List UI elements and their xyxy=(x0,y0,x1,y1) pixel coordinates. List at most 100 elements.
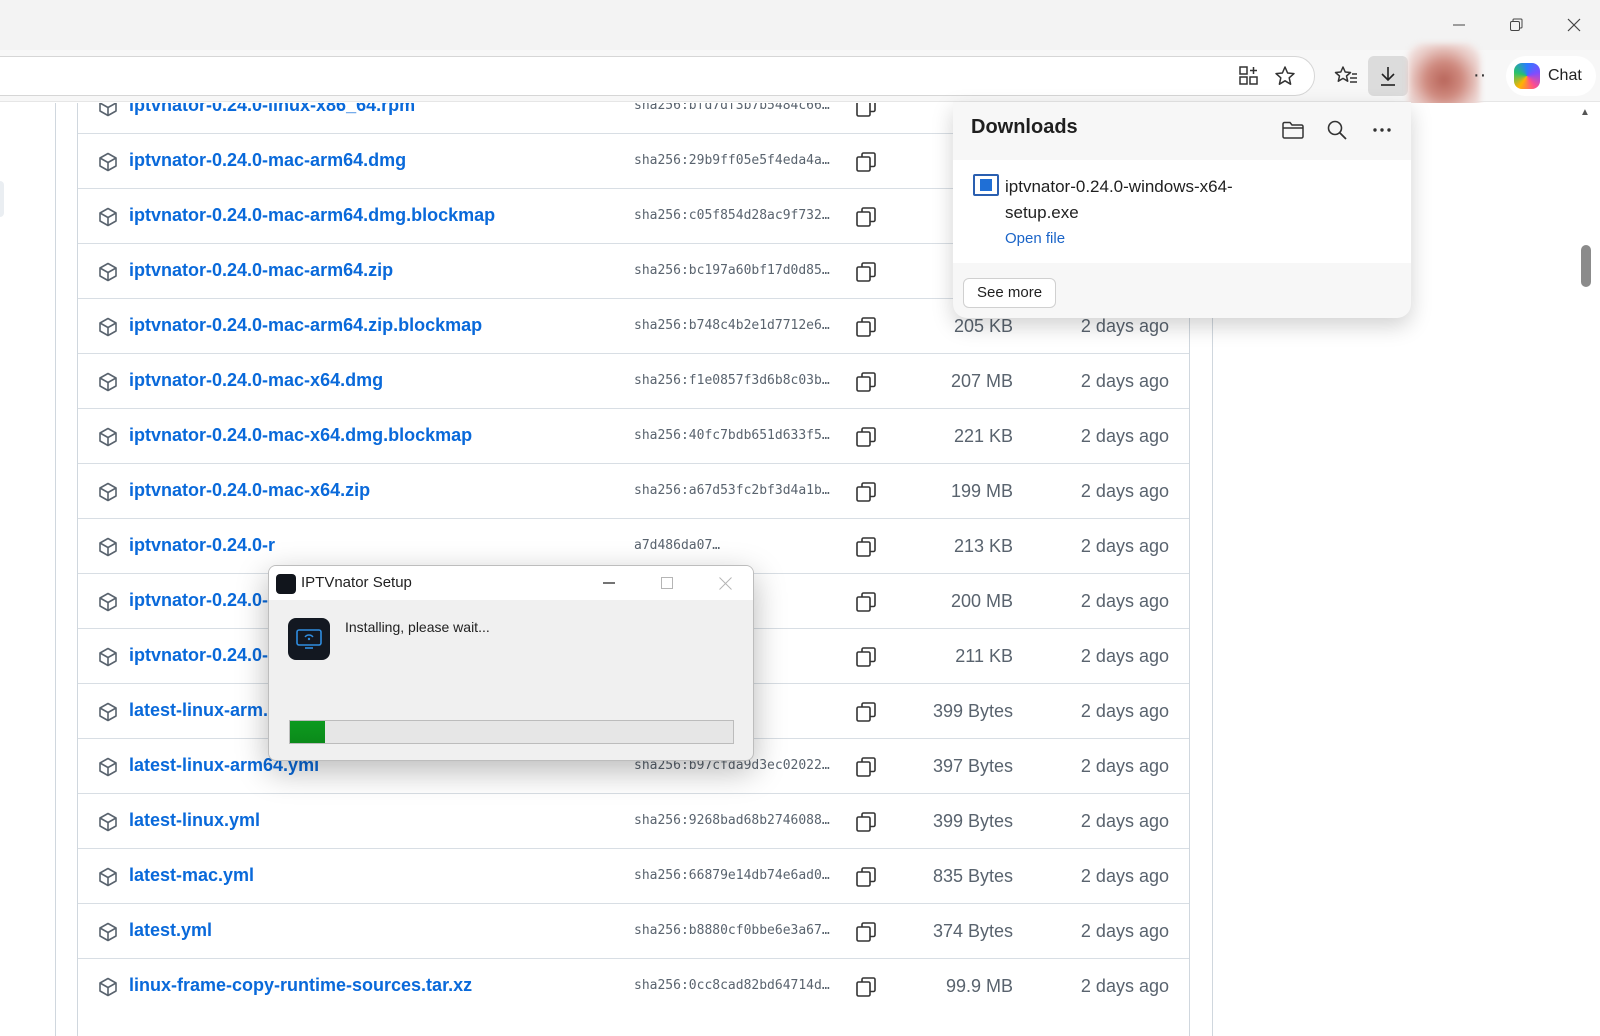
asset-download-link[interactable]: latest-mac.yml xyxy=(129,865,254,886)
scroll-up-arrow[interactable]: ▲ xyxy=(1580,107,1590,118)
asset-date: 2 days ago xyxy=(1080,536,1169,556)
package-icon xyxy=(98,262,118,282)
chat-label: Chat xyxy=(1548,67,1582,84)
asset-download-link[interactable]: latest.yml xyxy=(129,920,212,941)
asset-size: 221 KB xyxy=(953,426,1013,446)
dialog-maximize-button xyxy=(639,566,695,600)
asset-download-link[interactable]: latest-linux-arm.y xyxy=(129,700,278,721)
app-available-button[interactable] xyxy=(1235,62,1263,90)
copy-icon[interactable] xyxy=(854,103,878,119)
copy-icon[interactable] xyxy=(854,150,878,174)
dialog-close-button xyxy=(697,566,753,600)
asset-sha256: sha256:c05f854d28ac9f732… xyxy=(634,208,830,223)
asset-row: latest.yml sha256:b8880cf0bbe6e3a67… 374 B… xyxy=(78,903,1189,959)
open-file-link[interactable]: Open file xyxy=(1005,230,1065,247)
asset-download-link[interactable]: iptvnator-0.24.0-mac-arm64.zip.blockmap xyxy=(129,315,482,336)
package-icon xyxy=(98,592,118,612)
package-icon xyxy=(98,647,118,667)
asset-download-link[interactable]: linux-frame-copy-runtime-sources.tar.xz xyxy=(129,975,472,996)
asset-sha256: sha256:f1e0857f3d6b8c03b… xyxy=(634,373,830,388)
downloads-title: Downloads xyxy=(971,116,1078,138)
dialog-minimize-button[interactable] xyxy=(581,566,637,600)
asset-sha256: sha256:0cc8cad82bd64714d… xyxy=(634,978,830,993)
package-icon xyxy=(98,702,118,722)
copy-icon[interactable] xyxy=(854,535,878,559)
copy-icon[interactable] xyxy=(854,370,878,394)
copy-icon[interactable] xyxy=(854,590,878,614)
asset-size: 374 Bytes xyxy=(932,921,1013,941)
asset-row: iptvnator-0.24.0-mac-x64.zip sha256:a67d5… xyxy=(78,463,1189,519)
asset-size: 199 MB xyxy=(950,481,1013,501)
asset-download-link[interactable]: iptvnator-0.24.0-w xyxy=(129,590,282,611)
asset-download-link[interactable]: iptvnator-0.24.0-mac-x64.dmg xyxy=(129,370,383,391)
side-tab[interactable] xyxy=(0,181,4,217)
package-icon xyxy=(98,317,118,337)
installer-file-icon xyxy=(973,174,999,196)
copy-icon[interactable] xyxy=(854,205,878,229)
asset-download-link[interactable]: iptvnator-0.24.0-mac-arm64.zip xyxy=(129,260,393,281)
copy-icon[interactable] xyxy=(854,480,878,504)
asset-date: 2 days ago xyxy=(1080,481,1169,501)
asset-download-link[interactable]: iptvnator-0.24.0-mac-arm64.dmg.blockmap xyxy=(129,205,495,226)
asset-download-link[interactable]: iptvnator-0.24.0-linux-x86_64.rpm xyxy=(129,103,415,116)
downloads-button[interactable] xyxy=(1368,56,1408,96)
package-icon xyxy=(98,537,118,557)
downloads-more-button[interactable] xyxy=(1368,116,1396,144)
copy-icon[interactable] xyxy=(854,865,878,889)
close-icon xyxy=(718,576,732,590)
copy-icon[interactable] xyxy=(854,315,878,339)
asset-download-link[interactable]: iptvnator-0.24.0-mac-x64.zip xyxy=(129,480,370,501)
asset-sha256: sha256:b748c4b2e1d7712e6… xyxy=(634,318,830,333)
iptvnator-logo-icon xyxy=(288,618,330,660)
copy-icon[interactable] xyxy=(854,755,878,779)
asset-date: 2 days ago xyxy=(1080,976,1169,996)
star-icon xyxy=(1275,66,1295,85)
copilot-icon xyxy=(1514,63,1540,89)
address-bar[interactable] xyxy=(0,56,1315,96)
copy-icon[interactable] xyxy=(854,700,878,724)
minimize-window-button[interactable] xyxy=(1441,10,1477,40)
asset-date: 2 days ago xyxy=(1080,701,1169,721)
copy-icon[interactable] xyxy=(854,425,878,449)
asset-date: 2 days ago xyxy=(1080,756,1169,776)
asset-download-link[interactable]: iptvnator-0.24.0-mac-x64.dmg.blockmap xyxy=(129,425,472,446)
copy-icon[interactable] xyxy=(854,975,878,999)
close-window-button[interactable] xyxy=(1556,10,1592,40)
download-filename[interactable]: iptvnator-0.24.0-windows-x64-setup.exe xyxy=(1005,174,1305,226)
scrollbar-thumb[interactable] xyxy=(1581,245,1591,287)
dialog-title: IPTVnator Setup xyxy=(301,574,412,591)
restore-icon xyxy=(1510,18,1523,31)
open-downloads-folder-button[interactable] xyxy=(1279,116,1307,144)
package-icon xyxy=(98,152,118,172)
package-icon xyxy=(98,922,118,942)
asset-download-link[interactable]: latest-linux.yml xyxy=(129,810,260,831)
minimize-icon xyxy=(603,582,615,584)
search-downloads-button[interactable] xyxy=(1323,116,1351,144)
favorites-button[interactable] xyxy=(1332,62,1360,90)
add-favorite-button[interactable] xyxy=(1271,62,1299,90)
more-horizontal-icon xyxy=(1373,128,1391,132)
asset-row: latest-mac.yml sha256:66879e14db74e6ad0… 8… xyxy=(78,848,1189,904)
settings-more-button[interactable]: ·· xyxy=(1473,64,1486,87)
left-divider xyxy=(55,103,56,1036)
asset-date: 2 days ago xyxy=(1080,426,1169,446)
see-more-button[interactable]: See more xyxy=(963,278,1057,308)
copy-icon[interactable] xyxy=(854,810,878,834)
downloads-panel: Downloads iptvnator-0.24.0-windows-x64-s… xyxy=(953,102,1411,318)
asset-row: iptvnator-0.24.0-mac-x64.dmg.blockmap sha… xyxy=(78,408,1189,464)
asset-download-link[interactable]: iptvnator-0.24.0-r xyxy=(129,535,275,556)
asset-date: 2 days ago xyxy=(1080,866,1169,886)
asset-download-link[interactable]: iptvnator-0.24.0-mac-arm64.dmg xyxy=(129,150,406,171)
restore-window-button[interactable] xyxy=(1498,10,1534,40)
copy-icon[interactable] xyxy=(854,260,878,284)
asset-sha256: sha256:a67d53fc2bf3d4a1b… xyxy=(634,483,830,498)
copy-icon[interactable] xyxy=(854,920,878,944)
copilot-chat-button[interactable]: Chat xyxy=(1506,56,1596,96)
dialog-titlebar[interactable]: IPTVnator Setup xyxy=(269,566,753,600)
asset-date: 2 days ago xyxy=(1080,811,1169,831)
maximize-icon xyxy=(661,577,673,589)
copy-icon[interactable] xyxy=(854,645,878,669)
download-item[interactable]: iptvnator-0.24.0-windows-x64-setup.exe O… xyxy=(953,160,1411,263)
asset-sha256: sha256:40fc7bdb651d633f5… xyxy=(634,428,830,443)
asset-download-link[interactable]: iptvnator-0.24.0-w xyxy=(129,645,282,666)
